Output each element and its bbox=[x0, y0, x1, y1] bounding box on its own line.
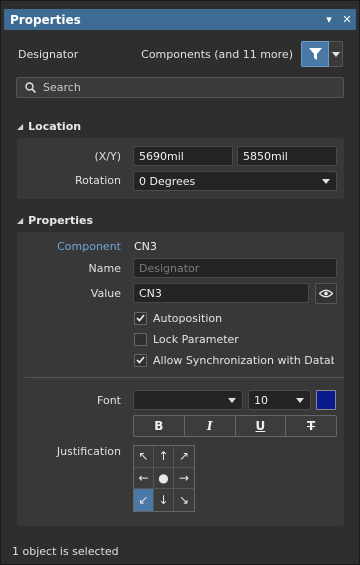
chevron-down-icon bbox=[228, 398, 236, 403]
filter-icon bbox=[308, 48, 322, 60]
component-value: CN3 bbox=[134, 240, 157, 253]
chevron-down-icon bbox=[331, 51, 340, 57]
chevron-down-icon bbox=[296, 398, 304, 403]
x-field[interactable]: 5690mil bbox=[133, 146, 233, 166]
divider bbox=[25, 377, 344, 378]
rotation-label: Rotation bbox=[74, 174, 121, 187]
y-field[interactable]: 5850mil bbox=[237, 146, 337, 166]
justify-middle-right-button[interactable]: → bbox=[174, 468, 194, 490]
font-select[interactable] bbox=[133, 390, 243, 410]
location-section-header[interactable]: ◢ Location bbox=[17, 118, 81, 134]
autoposition-label: Autoposition bbox=[153, 311, 223, 325]
rotation-value: 0 Degrees bbox=[139, 174, 196, 188]
filter-button[interactable] bbox=[301, 41, 329, 67]
allow-sync-label: Allow Synchronization with Database bbox=[153, 353, 334, 367]
pin-dropdown-icon[interactable]: ▾ bbox=[320, 13, 338, 26]
component-label: Component bbox=[57, 240, 121, 253]
collapse-triangle-icon: ◢ bbox=[17, 215, 24, 225]
filter-row: Designator Components (and 11 more) bbox=[18, 41, 343, 67]
value-field[interactable]: CN3 bbox=[133, 283, 309, 303]
filter-summary: Components (and 11 more) bbox=[141, 47, 293, 61]
bold-button[interactable]: B bbox=[134, 416, 185, 436]
eye-icon bbox=[319, 289, 333, 298]
properties-section-header[interactable]: ◢ Properties bbox=[17, 212, 93, 228]
italic-button[interactable]: I bbox=[185, 416, 236, 436]
xy-label: (X/Y) bbox=[94, 150, 121, 163]
check-icon bbox=[136, 314, 145, 322]
name-label: Name bbox=[88, 262, 121, 275]
text-format-toolbar: B I U T bbox=[133, 415, 337, 437]
properties-header-label: Properties bbox=[28, 213, 93, 227]
chevron-down-icon bbox=[322, 179, 330, 184]
close-icon[interactable]: ✕ bbox=[338, 13, 356, 26]
checkbox-box[interactable] bbox=[134, 311, 147, 325]
justification-label: Justification bbox=[56, 445, 121, 458]
justify-center-button[interactable]: ● bbox=[154, 467, 174, 490]
font-color-swatch[interactable] bbox=[316, 390, 336, 410]
status-text: 1 object is selected bbox=[12, 545, 119, 558]
name-field[interactable]: Designator bbox=[133, 258, 337, 278]
underline-button[interactable]: U bbox=[236, 416, 287, 436]
filter-dropdown-button[interactable] bbox=[329, 41, 343, 67]
rotation-select[interactable]: 0 Degrees bbox=[133, 171, 337, 191]
lock-parameter-checkbox[interactable]: Lock Parameter bbox=[134, 331, 334, 347]
visibility-toggle-button[interactable] bbox=[315, 283, 337, 304]
checkbox-box[interactable] bbox=[134, 353, 147, 367]
font-size-value: 10 bbox=[254, 393, 268, 407]
designator-label: Designator bbox=[18, 47, 79, 61]
justify-bottom-left-button[interactable]: ↙ bbox=[134, 489, 154, 511]
search-input[interactable]: Search bbox=[16, 77, 344, 98]
strikethrough-button[interactable]: T bbox=[286, 416, 336, 436]
font-label: Font bbox=[97, 394, 121, 407]
panel-title: Properties bbox=[10, 12, 81, 27]
search-icon bbox=[25, 82, 36, 93]
location-header-label: Location bbox=[28, 119, 82, 133]
properties-panel: Properties ▾ ✕ Designator Components (an… bbox=[0, 0, 360, 565]
search-placeholder: Search bbox=[43, 81, 81, 94]
lock-parameter-label: Lock Parameter bbox=[153, 332, 239, 346]
justify-top-center-button[interactable]: ↑ bbox=[154, 446, 174, 468]
check-icon bbox=[136, 356, 145, 364]
justify-top-left-button[interactable]: ↖ bbox=[134, 446, 154, 468]
justify-bottom-center-button[interactable]: ↓ bbox=[154, 489, 174, 511]
autoposition-checkbox[interactable]: Autoposition bbox=[134, 310, 334, 326]
value-label: Value bbox=[90, 287, 121, 300]
justification-grid: ↖ ↑ ↗ ← ● → ↙ ↓ ↘ bbox=[133, 445, 195, 512]
allow-sync-checkbox[interactable]: Allow Synchronization with Database bbox=[134, 352, 334, 368]
collapse-triangle-icon: ◢ bbox=[17, 121, 24, 131]
checkbox-box[interactable] bbox=[134, 332, 147, 346]
font-size-select[interactable]: 10 bbox=[248, 390, 311, 410]
justify-top-right-button[interactable]: ↗ bbox=[174, 446, 194, 468]
justify-bottom-right-button[interactable]: ↘ bbox=[174, 489, 194, 511]
justify-middle-left-button[interactable]: ← bbox=[134, 467, 154, 490]
panel-titlebar: Properties ▾ ✕ bbox=[4, 9, 356, 30]
